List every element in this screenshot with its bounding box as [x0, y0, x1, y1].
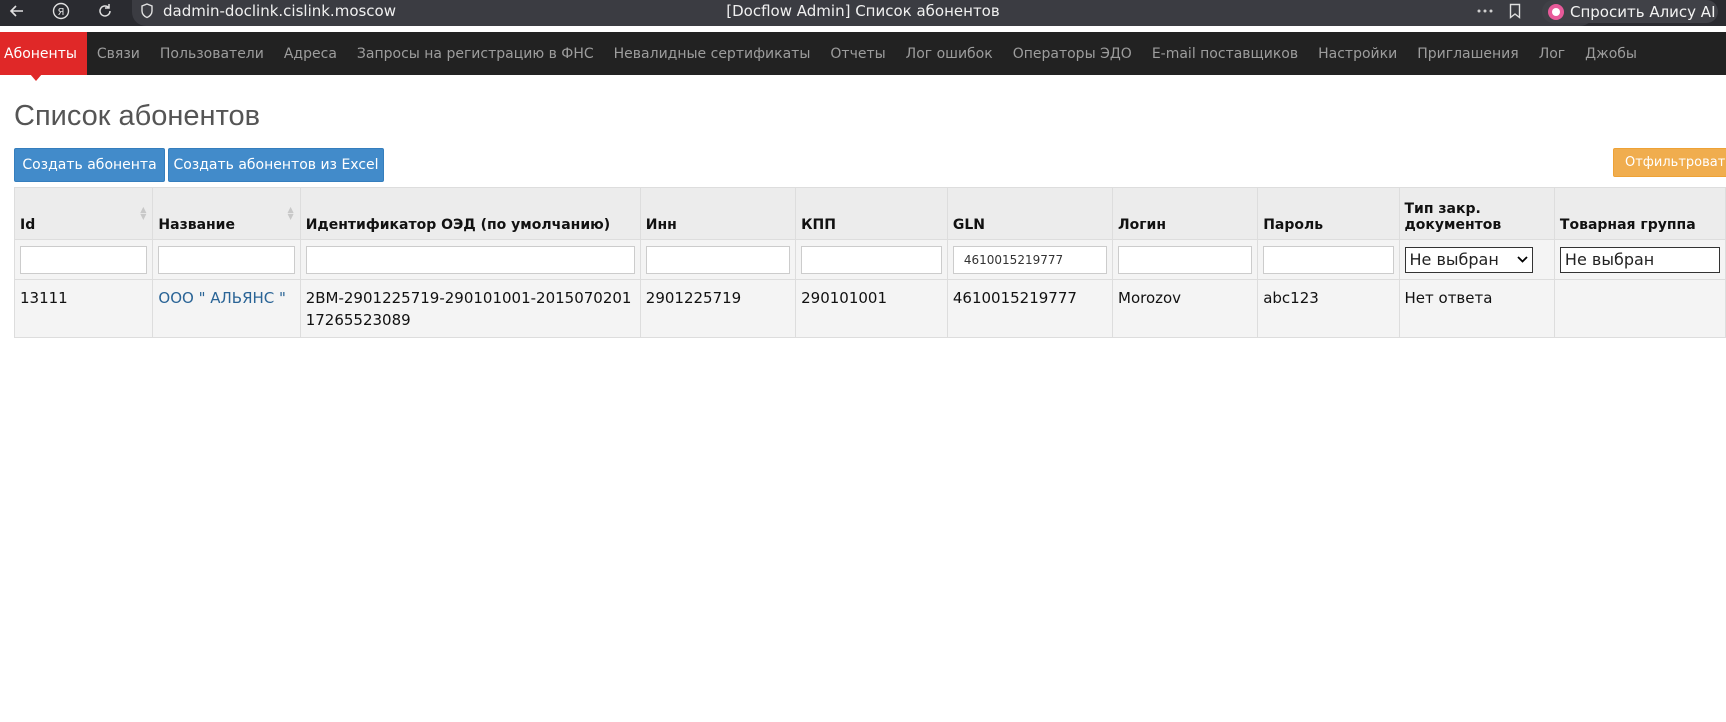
- filter-button-label: Отфильтровать: [1625, 155, 1726, 170]
- filter-gln-input[interactable]: [952, 245, 1107, 274]
- reload-icon[interactable]: [92, 0, 118, 22]
- nav-label: Абоненты: [4, 45, 77, 62]
- nav-item-edo-operators[interactable]: Операторы ЭДО: [1003, 32, 1142, 75]
- column-header-label: Товарная группа: [1559, 217, 1696, 233]
- bookmark-icon[interactable]: [1502, 0, 1528, 22]
- column-header-label: Пароль: [1263, 217, 1324, 233]
- subscriber-name-link[interactable]: ООО " АЛЬЯНС ": [158, 289, 286, 307]
- column-header-label: Тип закр. документов: [1404, 201, 1502, 233]
- alice-label: Спросить Алису AI: [1570, 2, 1716, 21]
- column-header-label: Id: [20, 217, 36, 233]
- table-filter-row: Не выбран Не выбран: [13, 239, 1726, 280]
- page-title: Список абонентов: [14, 100, 261, 132]
- cell-doc-type: Нет ответа: [1398, 279, 1555, 338]
- nav-label: Настройки: [1318, 45, 1398, 62]
- nav-item-jobs[interactable]: Джобы: [1575, 32, 1647, 75]
- column-header-kpp: КПП: [795, 187, 948, 240]
- nav-label: Отчеты: [830, 45, 886, 62]
- subscribers-table: Id ▲ ▼ Название ▲ ▼ Идентификатор ОЭД (по ум…: [13, 187, 1726, 338]
- column-header-label: КПП: [801, 217, 836, 233]
- filter-name-input[interactable]: [158, 245, 295, 274]
- nav-item-error-log[interactable]: Лог ошибок: [896, 32, 1003, 75]
- nav-label: E-mail поставщиков: [1151, 45, 1299, 62]
- sort-icon[interactable]: ▲ ▼: [140, 206, 146, 221]
- svg-text:Я: Я: [58, 7, 65, 18]
- nav-item-reports[interactable]: Отчеты: [820, 32, 895, 75]
- alice-button[interactable]: Спросить Алису AI: [1542, 0, 1718, 23]
- filter-id-input[interactable]: [20, 245, 148, 274]
- nav-item-supplier-emails[interactable]: E-mail поставщиков: [1142, 32, 1308, 75]
- nav-label: Адреса: [283, 45, 337, 62]
- create-from-excel-button[interactable]: Создать абонентов из Excel: [168, 148, 384, 182]
- create-subscriber-button[interactable]: Создать абонента: [14, 148, 165, 182]
- column-header-inn: Инн: [639, 187, 797, 240]
- cell-login: Morozov: [1111, 279, 1259, 338]
- cell-gln: 4610015219777: [946, 279, 1114, 338]
- nav-item-settings[interactable]: Настройки: [1308, 32, 1407, 75]
- column-header-label: Название: [158, 217, 235, 233]
- back-arrow-icon[interactable]: [4, 0, 30, 22]
- filter-password-input[interactable]: [1263, 245, 1394, 274]
- column-header-product-group: Товарная группа: [1553, 187, 1726, 240]
- filter-inn-input[interactable]: [645, 245, 791, 274]
- column-header-edo-id: Идентификатор ОЭД (по умолчанию): [299, 187, 641, 240]
- cell-password: abc123: [1257, 279, 1400, 338]
- nav-item-invalid-certs[interactable]: Невалидные сертификаты: [604, 32, 821, 75]
- column-header-label: Идентификатор ОЭД (по умолчанию): [305, 217, 611, 233]
- nav-label: Невалидные сертификаты: [613, 45, 811, 62]
- chevron-down-icon: [1516, 253, 1528, 266]
- main-navbar: Абоненты Связи Пользователи Адреса Запро…: [0, 32, 1726, 81]
- cell-id: 13111: [13, 279, 154, 338]
- nav-label: Лог: [1538, 45, 1566, 62]
- nav-label: Пользователи: [159, 45, 264, 62]
- nav-label: Приглашения: [1417, 45, 1519, 62]
- more-dots-icon[interactable]: [1472, 0, 1498, 22]
- url-text[interactable]: dadmin-doclink.cislink.moscow: [163, 2, 396, 20]
- column-header-doc-type: Тип закр. документов: [1398, 187, 1555, 240]
- nav-label: Запросы на регистрацию в ФНС: [356, 45, 594, 62]
- nav-item-fns-requests[interactable]: Запросы на регистрацию в ФНС: [347, 32, 604, 75]
- nav-label: Джобы: [1585, 45, 1637, 62]
- column-header-label: GLN: [952, 217, 986, 233]
- column-header-name[interactable]: Название ▲ ▼: [152, 187, 301, 240]
- cell-kpp: 290101001: [795, 279, 948, 338]
- cell-edo-id: 2BM-2901225719-290101001-201507020117265…: [299, 279, 641, 338]
- column-header-label: Инн: [645, 217, 677, 233]
- column-header-label: Логин: [1118, 217, 1167, 233]
- filter-login-input[interactable]: [1118, 245, 1253, 274]
- nav-label: Лог ошибок: [905, 45, 993, 62]
- filter-product-group-select[interactable]: Не выбран: [1559, 246, 1720, 273]
- sort-icon[interactable]: ▲ ▼: [288, 206, 294, 221]
- filter-kpp-input[interactable]: [801, 245, 942, 274]
- nav-label: Операторы ЭДО: [1012, 45, 1132, 62]
- column-header-password: Пароль: [1257, 187, 1400, 240]
- table-row: 13111 ООО " АЛЬЯНС " 2BM-2901225719-2901…: [13, 279, 1726, 338]
- cell-name: ООО " АЛЬЯНС ": [152, 279, 301, 338]
- table-header-row: Id ▲ ▼ Название ▲ ▼ Идентификатор ОЭД (по ум…: [13, 187, 1726, 240]
- yandex-icon[interactable]: Я: [48, 0, 74, 22]
- filter-doc-type-select[interactable]: Не выбран: [1404, 246, 1533, 273]
- cell-product-group: [1553, 279, 1726, 338]
- select-value: Не выбран: [1564, 250, 1655, 269]
- alice-icon: [1548, 3, 1564, 20]
- column-header-login: Логин: [1111, 187, 1259, 240]
- filter-button[interactable]: Отфильтровать: [1613, 148, 1726, 177]
- column-header-id[interactable]: Id ▲ ▼: [13, 187, 154, 240]
- select-value: Не выбран: [1409, 250, 1499, 269]
- browser-toolbar: Я dadmin-doclink.cislink.moscow [Docflow…: [0, 0, 1726, 26]
- nav-item-subscribers[interactable]: Абоненты: [0, 32, 87, 81]
- filter-edo-id-input[interactable]: [305, 245, 635, 274]
- nav-item-invitations[interactable]: Приглашения: [1407, 32, 1529, 75]
- cell-inn: 2901225719: [639, 279, 797, 338]
- nav-item-addresses[interactable]: Адреса: [274, 32, 347, 75]
- nav-item-users[interactable]: Пользователи: [150, 32, 274, 75]
- column-header-gln: GLN: [946, 187, 1114, 240]
- shield-icon[interactable]: [134, 0, 160, 22]
- nav-item-log[interactable]: Лог: [1529, 32, 1575, 75]
- nav-label: Связи: [96, 45, 140, 62]
- nav-item-links[interactable]: Связи: [87, 32, 150, 75]
